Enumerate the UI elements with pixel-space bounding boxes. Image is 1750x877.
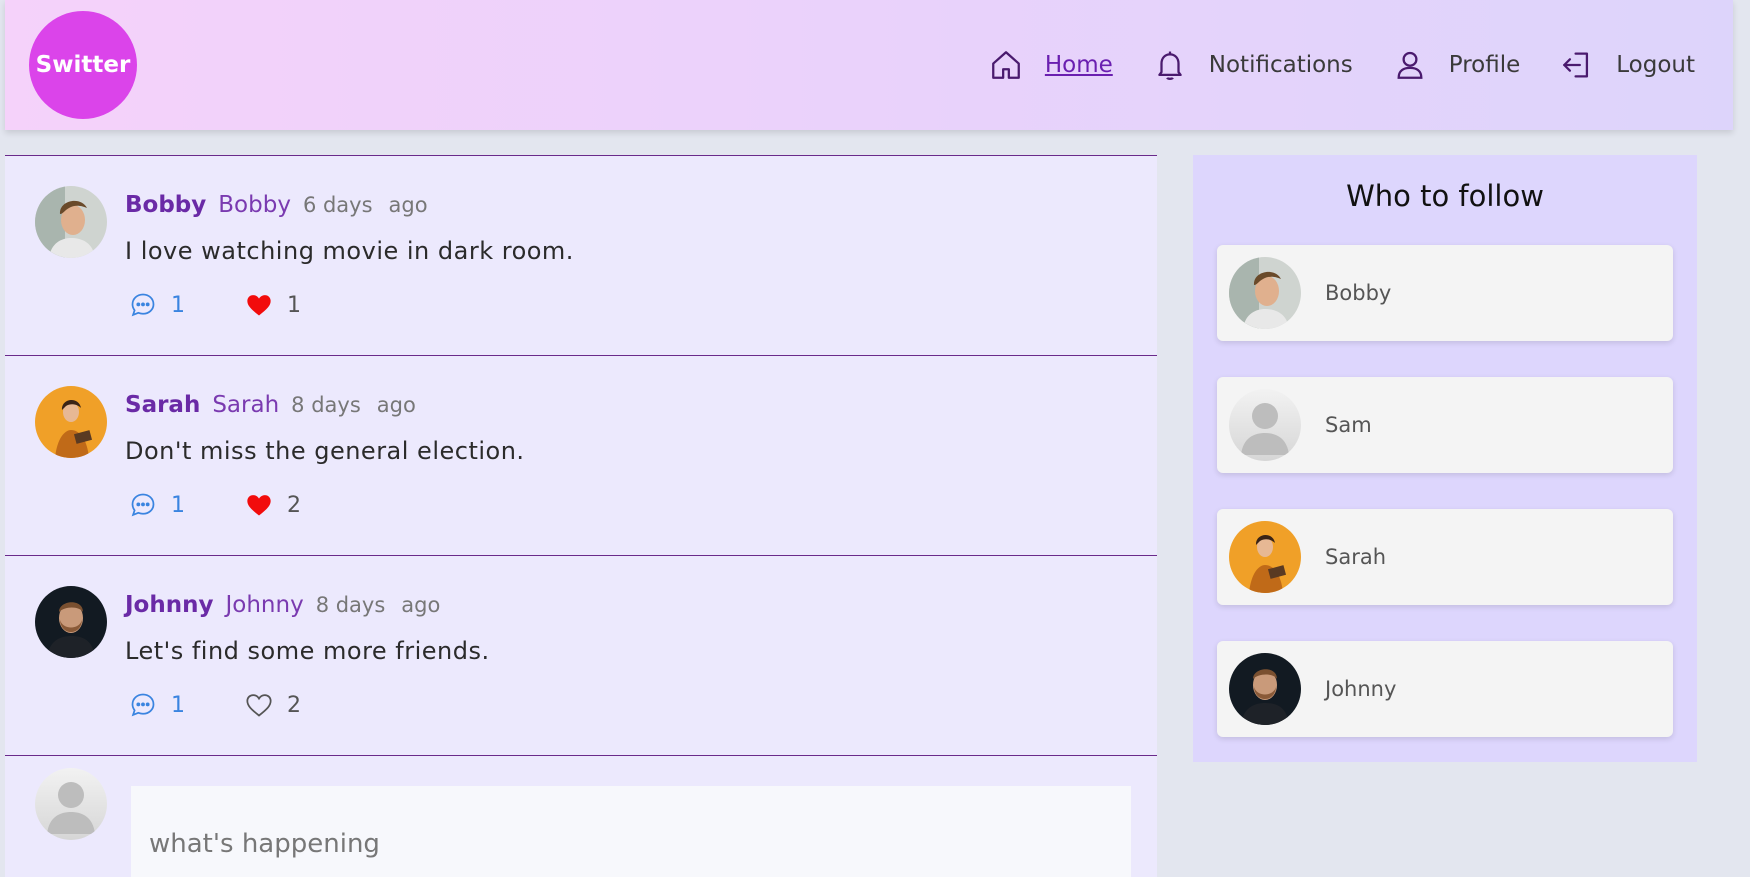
- post-author-handle[interactable]: Sarah: [212, 392, 279, 418]
- post-feed: Bobby Bobby 6 days ago I love watching m…: [5, 155, 1157, 877]
- follow-card-bobby[interactable]: Bobby: [1217, 245, 1673, 341]
- app-logo[interactable]: Switter: [29, 11, 137, 119]
- follow-user-name: Sam: [1325, 413, 1372, 437]
- comment-count: 1: [171, 292, 185, 318]
- nav-item-logout[interactable]: Logout: [1560, 48, 1695, 82]
- post-author-handle[interactable]: Bobby: [218, 192, 291, 218]
- nav-label-logout[interactable]: Logout: [1616, 52, 1695, 78]
- post-actions: 1 2: [129, 691, 301, 719]
- post-time-ago: ago: [401, 593, 441, 617]
- nav-item-home[interactable]: Home: [989, 48, 1113, 82]
- heart-filled-icon: [247, 295, 271, 316]
- post-author-handle[interactable]: Johnny: [225, 592, 303, 618]
- post-item[interactable]: Sarah Sarah 8 days ago Don't miss the ge…: [5, 355, 1157, 555]
- post-author-name[interactable]: Johnny: [125, 592, 213, 618]
- avatar: [1229, 389, 1301, 461]
- post-time: 8 days: [291, 393, 361, 417]
- like-button[interactable]: 2: [245, 491, 301, 519]
- nav-item-profile[interactable]: Profile: [1393, 48, 1521, 82]
- avatar: [1229, 653, 1301, 725]
- who-to-follow-panel: Who to follow Bobby Sam Sarah Johnny: [1193, 155, 1697, 762]
- nav-item-notifications[interactable]: Notifications: [1153, 48, 1353, 82]
- post-item[interactable]: Bobby Bobby 6 days ago I love watching m…: [5, 155, 1157, 355]
- post-header: Johnny Johnny 8 days ago: [125, 592, 440, 618]
- post-time-ago: ago: [388, 193, 428, 217]
- nav-label-notifications[interactable]: Notifications: [1209, 52, 1353, 78]
- comment-icon: [131, 293, 155, 317]
- like-count: 2: [287, 492, 301, 518]
- post-time: 8 days: [315, 593, 386, 617]
- home-icon: [991, 51, 1020, 79]
- comment-icon: [131, 493, 155, 517]
- logout-icon: [1563, 52, 1589, 78]
- follow-user-name: Johnny: [1325, 677, 1397, 701]
- nav-label-home[interactable]: Home: [1045, 52, 1113, 78]
- heart-outline-icon: [246, 694, 272, 717]
- follow-user-name: Sarah: [1325, 545, 1387, 569]
- like-count: 1: [287, 292, 301, 318]
- post-text: Don't miss the general election.: [125, 437, 525, 465]
- post-item[interactable]: Johnny Johnny 8 days ago Let's find some…: [5, 555, 1157, 755]
- heart-filled-icon: [247, 495, 271, 516]
- post-text: Let's find some more friends.: [125, 637, 490, 665]
- avatar[interactable]: [35, 586, 107, 658]
- post-header: Bobby Bobby 6 days ago: [125, 192, 428, 218]
- post-actions: 1 2: [129, 491, 301, 519]
- follow-card-sarah[interactable]: Sarah: [1217, 509, 1673, 605]
- post-author-name[interactable]: Sarah: [125, 392, 200, 418]
- post-actions: 1 1: [129, 291, 301, 319]
- post-composer: [5, 755, 1157, 877]
- comment-count: 1: [171, 692, 185, 718]
- user-icon: [1397, 51, 1423, 79]
- avatar[interactable]: [35, 386, 107, 458]
- like-button[interactable]: 2: [245, 691, 301, 719]
- top-navbar: Switter Home Notifications Profile Logou…: [5, 0, 1733, 130]
- follow-user-name: Bobby: [1325, 281, 1392, 305]
- post-author-name[interactable]: Bobby: [125, 192, 206, 218]
- bell-icon: [1158, 51, 1182, 80]
- sidebar-title: Who to follow: [1346, 179, 1544, 213]
- post-time: 6 days: [302, 193, 373, 217]
- comment-icon: [131, 693, 155, 717]
- post-time-ago: ago: [376, 393, 416, 417]
- main-nav: Home Notifications Profile Logout: [989, 0, 1695, 130]
- avatar: [1229, 521, 1301, 593]
- comment-button[interactable]: 1: [129, 291, 245, 319]
- comment-count: 1: [171, 492, 185, 518]
- comment-button[interactable]: 1: [129, 491, 245, 519]
- post-text: I love watching movie in dark room.: [125, 237, 574, 265]
- nav-label-profile[interactable]: Profile: [1449, 52, 1521, 78]
- avatar: [1229, 257, 1301, 329]
- avatar: [35, 768, 107, 840]
- follow-card-sam[interactable]: Sam: [1217, 377, 1673, 473]
- follow-card-johnny[interactable]: Johnny: [1217, 641, 1673, 737]
- compose-input[interactable]: [131, 786, 1131, 877]
- avatar[interactable]: [35, 186, 107, 258]
- comment-button[interactable]: 1: [129, 691, 245, 719]
- like-count: 2: [287, 692, 301, 718]
- follow-list: Bobby Sam Sarah Johnny: [1217, 245, 1673, 773]
- post-header: Sarah Sarah 8 days ago: [125, 392, 416, 418]
- like-button[interactable]: 1: [245, 291, 301, 319]
